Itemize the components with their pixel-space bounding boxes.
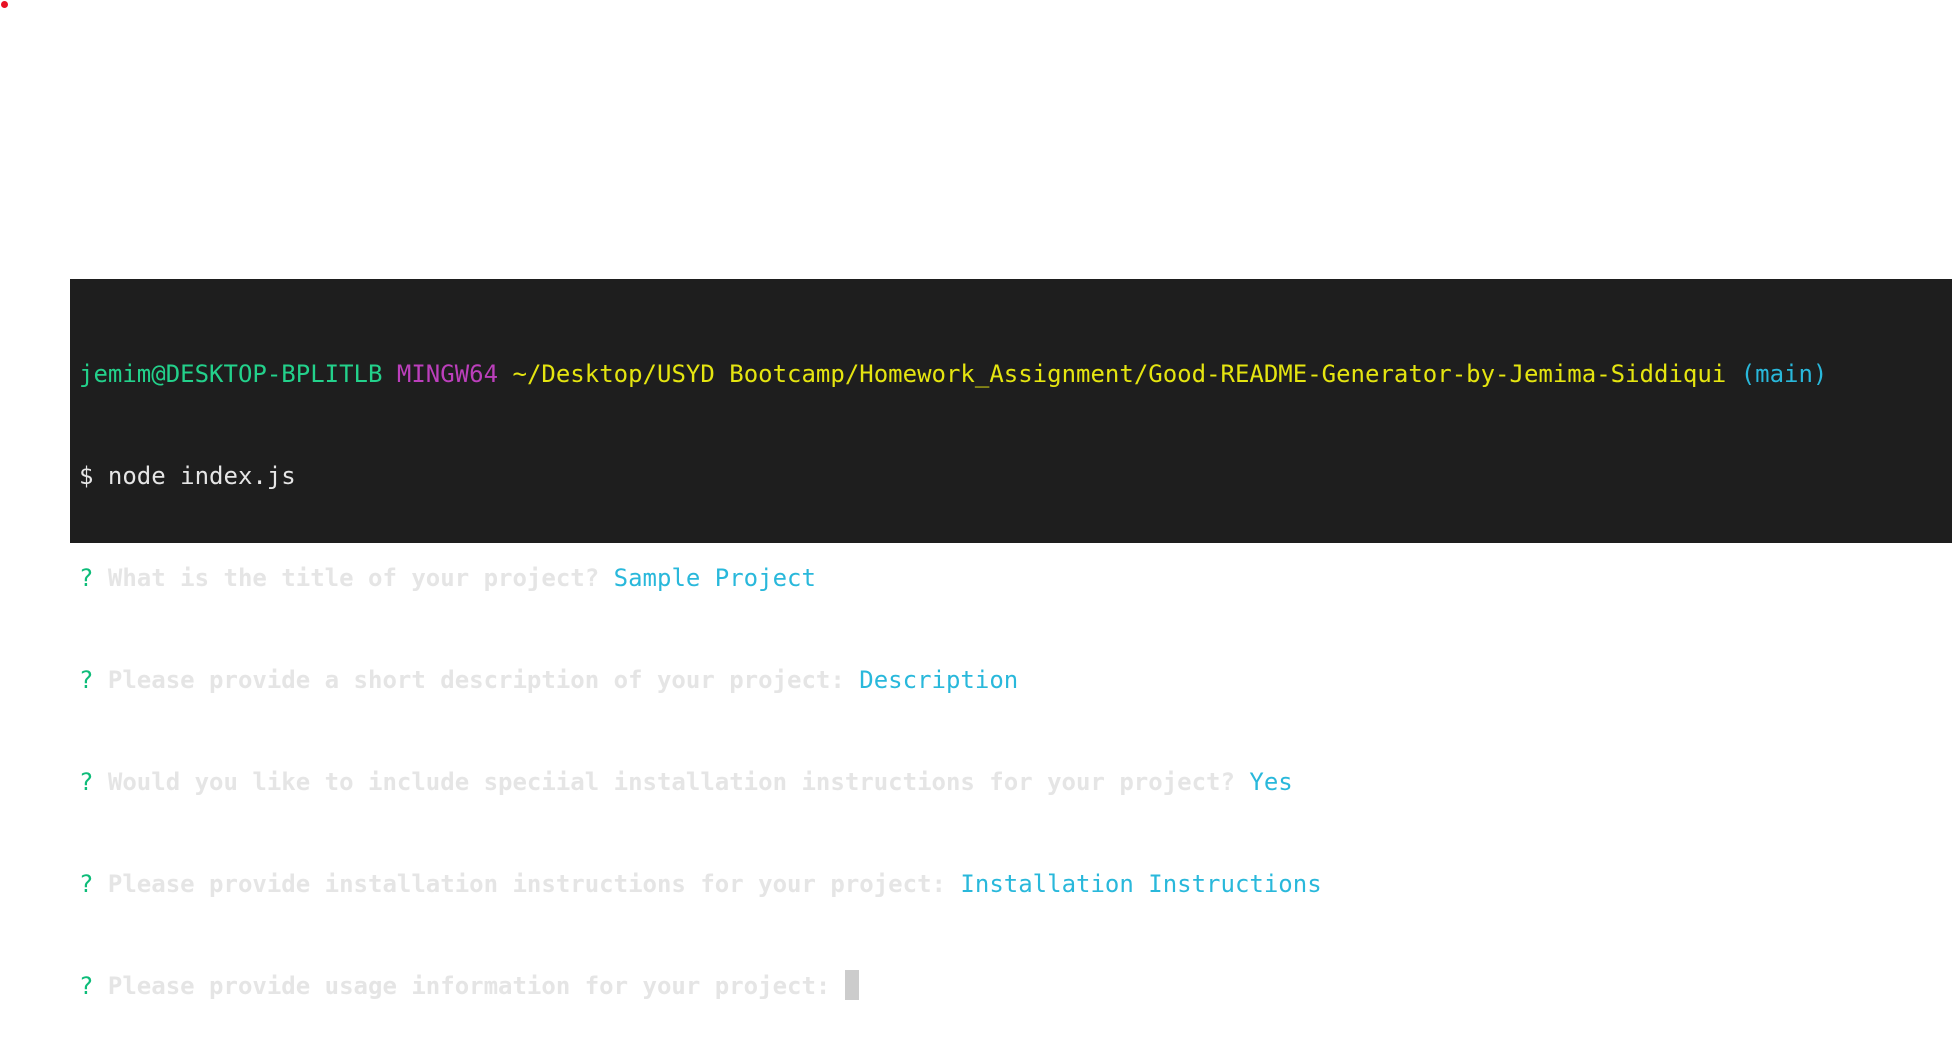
command-text: node index.js xyxy=(107,462,296,490)
prompt-line: jemim@DESKTOP-BPLITLB MINGW64 ~/Desktop/… xyxy=(79,357,1952,391)
answer-text: Sample Project xyxy=(613,564,816,592)
question-marker: ? xyxy=(79,768,94,796)
command-line: $ node index.js xyxy=(79,459,1952,493)
text-cursor[interactable] xyxy=(844,970,859,1000)
question-line-title: ? What is the title of your project? Sam… xyxy=(79,561,1952,595)
command-symbol: $ xyxy=(79,462,94,490)
prompt-path: ~/Desktop/USYD Bootcamp/Homework_Assignm… xyxy=(512,360,1727,388)
answer-text: Installation Instructions xyxy=(960,870,1322,898)
question-text: Please provide usage information for you… xyxy=(107,972,831,1000)
prompt-user-host: jemim@DESKTOP-BPLITLB xyxy=(79,360,383,388)
question-text: Would you like to include speciial insta… xyxy=(107,768,1235,796)
question-text: Please provide a short description of yo… xyxy=(107,666,845,694)
question-marker: ? xyxy=(79,870,94,898)
question-line-description: ? Please provide a short description of … xyxy=(79,663,1952,697)
question-line-include-installation: ? Would you like to include speciial ins… xyxy=(79,765,1952,799)
question-marker: ? xyxy=(79,972,94,1000)
red-dot-indicator xyxy=(1,1,8,8)
answer-text: Description xyxy=(859,666,1019,694)
prompt-branch: (main) xyxy=(1740,360,1828,388)
question-text: Please provide installation instructions… xyxy=(107,870,946,898)
question-marker: ? xyxy=(79,564,94,592)
terminal-window[interactable]: jemim@DESKTOP-BPLITLB MINGW64 ~/Desktop/… xyxy=(70,279,1952,1000)
question-line-usage: ? Please provide usage information for y… xyxy=(79,969,1952,1003)
prompt-shell: MINGW64 xyxy=(396,360,499,388)
question-text: What is the title of your project? xyxy=(107,564,600,592)
question-marker: ? xyxy=(79,666,94,694)
answer-text: Yes xyxy=(1249,768,1293,796)
question-line-installation: ? Please provide installation instructio… xyxy=(79,867,1952,901)
